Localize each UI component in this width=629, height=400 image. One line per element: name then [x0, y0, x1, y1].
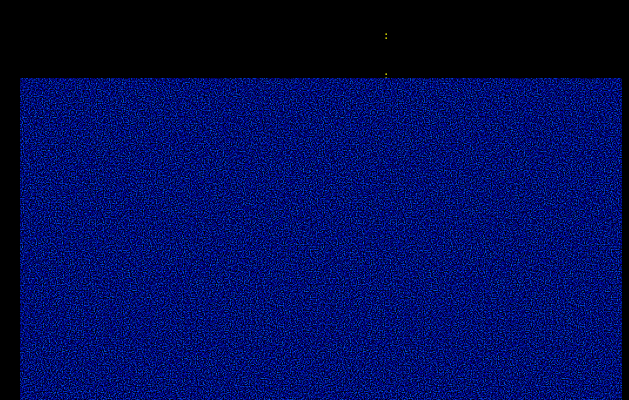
spectrogram-noise	[20, 78, 622, 400]
hrofft-output-image: : : : :	[0, 0, 629, 400]
spectrogram-plot	[20, 78, 622, 400]
